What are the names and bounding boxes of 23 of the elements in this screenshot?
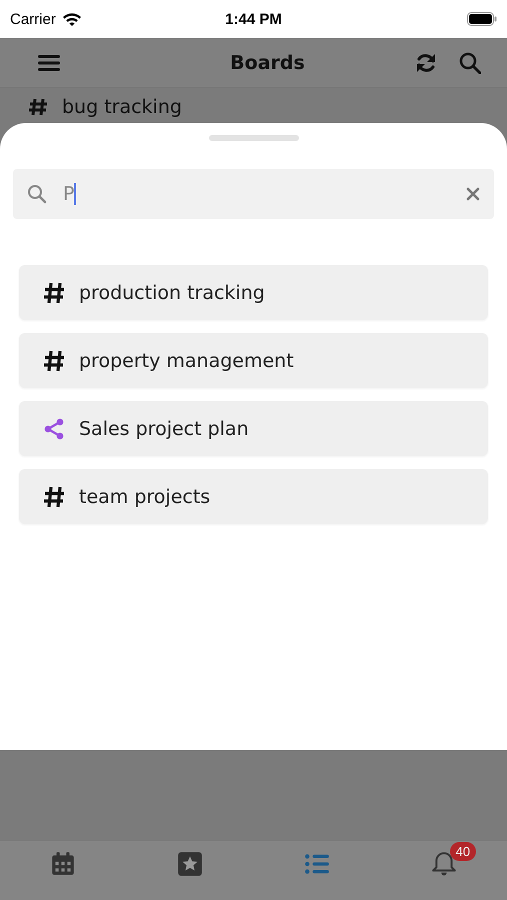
status-time: 1:44 PM [225,10,282,28]
notification-count: 40 [450,842,476,861]
hash-icon [28,97,48,117]
hash-icon [43,486,65,508]
bell-icon[interactable] [430,851,457,877]
battery-icon [467,12,498,26]
search-icon[interactable] [458,52,481,74]
refresh-icon[interactable] [414,52,437,74]
hash-icon [43,282,65,304]
wifi-icon [62,12,82,26]
carrier-label: Carrier [10,10,56,28]
result-item[interactable]: property management [19,333,488,388]
result-item[interactable]: production tracking [19,265,488,320]
result-item[interactable]: Sales project plan [19,401,488,456]
clear-icon[interactable] [466,187,480,201]
menu-icon[interactable] [38,54,60,72]
result-item[interactable]: team projects [19,469,488,524]
screen-title: Boards [230,52,305,74]
hash-icon [43,350,65,372]
calendar-icon[interactable] [50,851,76,877]
search-icon [27,184,47,204]
board-name: bug tracking [62,96,182,118]
share-icon [43,418,65,440]
